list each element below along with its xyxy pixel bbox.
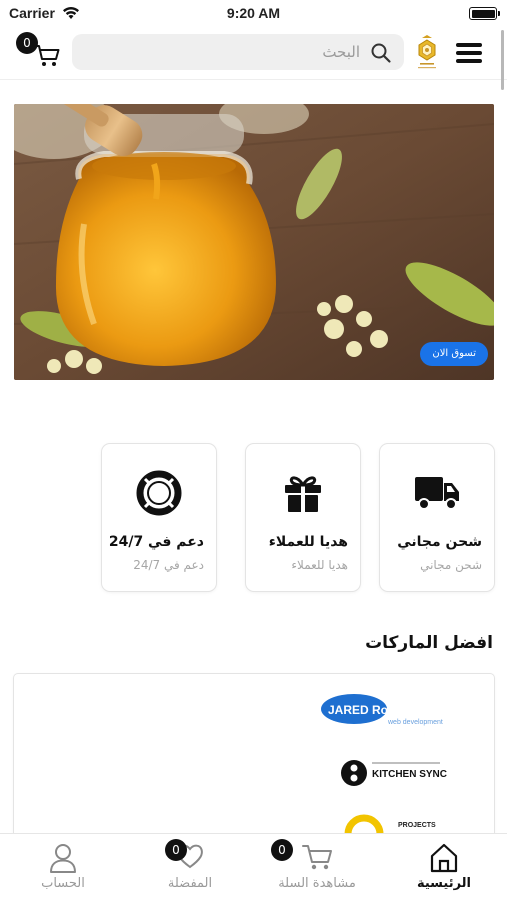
- search-input[interactable]: البحث: [72, 34, 404, 70]
- nav-account[interactable]: الحساب: [0, 834, 126, 900]
- favorites-count-badge: 0: [165, 839, 187, 861]
- scrollbar[interactable]: [501, 30, 504, 90]
- cart-count-badge: 0: [271, 839, 293, 861]
- cart-count-badge: 0: [16, 32, 38, 54]
- shop-now-button[interactable]: تسوق الان: [420, 342, 488, 366]
- app-header: 0 البحث: [0, 26, 507, 80]
- status-bar: Carrier 9:20 AM: [0, 0, 507, 26]
- nav-favorites[interactable]: 0 المفضلة: [127, 834, 253, 900]
- feature-subtitle: هديا للعملاء: [291, 558, 348, 572]
- header-cart-button[interactable]: 0: [14, 32, 62, 72]
- brand-logo-jared-roussel[interactable]: JARED Roussel web development: [320, 692, 474, 728]
- brand-logo-kitchen-sync[interactable]: KITCHEN SYNC: [340, 758, 460, 788]
- feature-title: دعم في 24/7: [108, 534, 204, 550]
- feature-subtitle: دعم في 24/7: [133, 558, 204, 572]
- feature-free-shipping: شحن مجاني شحن مجاني: [380, 444, 494, 591]
- brand-name: JARED Roussel: [328, 703, 419, 717]
- brand-tagline: web development: [387, 719, 443, 726]
- nav-label: مشاهدة السلة: [278, 876, 356, 891]
- gift-icon: [285, 476, 321, 512]
- feature-title: هديا للعملاء: [268, 534, 348, 550]
- brand-name: PROJECTS: [398, 822, 436, 829]
- brand-name: KITCHEN SYNC: [372, 769, 447, 780]
- menu-icon[interactable]: [456, 43, 482, 63]
- feature-title: شحن مجاني: [397, 534, 482, 550]
- search-placeholder: البحث: [322, 43, 360, 61]
- promo-banner[interactable]: تسوق الان: [14, 104, 494, 380]
- feature-support-24-7: دعم في 24/7 دعم في 24/7: [102, 444, 216, 591]
- nav-home[interactable]: الرئيسية: [381, 834, 507, 900]
- lifebuoy-icon: [136, 470, 182, 516]
- cart-icon: [34, 45, 60, 66]
- truck-icon: [415, 477, 459, 510]
- search-icon: [371, 43, 391, 63]
- feature-subtitle: شحن مجاني: [420, 558, 482, 572]
- user-icon: [50, 844, 76, 873]
- feature-customer-gifts: هديا للعملاء هديا للعملاء: [246, 444, 360, 591]
- honey-logo-icon: [418, 35, 436, 69]
- brands-section-title: افضل الماركات: [365, 633, 493, 653]
- nav-label: المفضلة: [167, 876, 213, 891]
- bottom-navigation: الرئيسية 0 مشاهدة السلة 0 المفضلة الحساب: [0, 833, 507, 900]
- home-icon: [430, 843, 458, 873]
- honey-jar-image: [14, 104, 494, 380]
- nav-label: الرئيسية: [416, 876, 472, 891]
- nav-view-cart[interactable]: 0 مشاهدة السلة: [254, 834, 380, 900]
- status-time: 9:20 AM: [226, 5, 281, 21]
- brands-list: JARED Roussel web development KITCHEN SY…: [14, 674, 494, 844]
- nav-label: الحساب: [41, 876, 85, 891]
- battery-icon: [469, 7, 500, 20]
- cart-icon: [302, 845, 332, 870]
